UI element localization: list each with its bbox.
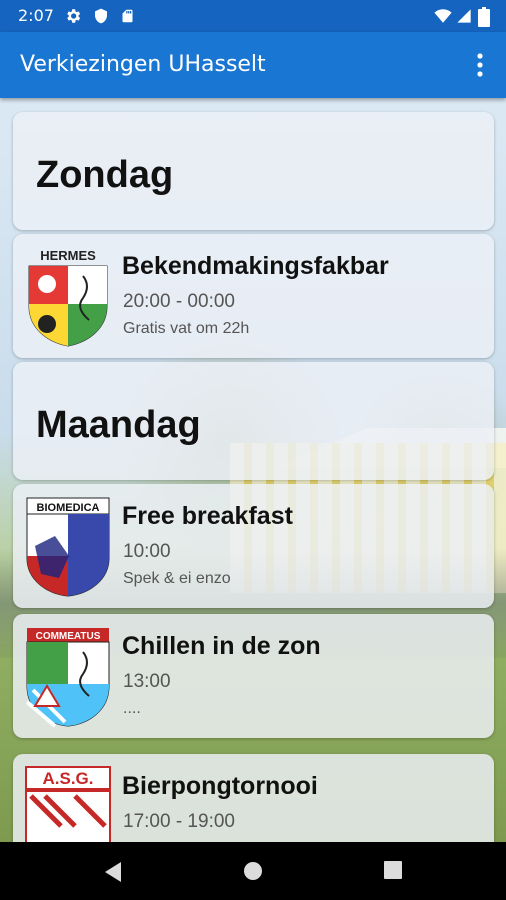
home-icon[interactable] xyxy=(243,861,263,881)
app-bar: Verkiezingen UHasselt xyxy=(0,32,506,98)
event-description: Spek & ei enzo xyxy=(123,570,231,587)
app-title: Verkiezingen UHasselt xyxy=(20,52,266,77)
day-label: Zondag xyxy=(36,154,174,196)
hermes-logo: HERMES xyxy=(28,248,108,347)
event-description: .... xyxy=(123,700,141,717)
asg-logo: A.S.G. xyxy=(25,766,111,842)
logo-text: BIOMEDICA xyxy=(37,502,100,514)
status-bar: 2:07 xyxy=(0,0,506,32)
day-label: Maandag xyxy=(36,404,201,446)
gear-icon xyxy=(67,9,81,23)
wifi-icon xyxy=(434,9,452,23)
commeatus-logo: COMMEATUS xyxy=(25,628,110,728)
day-header-maandag: Maandag xyxy=(13,362,494,480)
recents-icon[interactable] xyxy=(384,861,402,879)
event-card[interactable]: A.S.G. Bierpongtornooi 17:00 - 19:00 xyxy=(13,754,494,842)
event-time: 10:00 xyxy=(123,541,171,562)
battery-icon xyxy=(478,7,490,27)
event-title: Bierpongtornooi xyxy=(122,772,318,800)
event-title: Chillen in de zon xyxy=(122,632,321,660)
more-vert-icon[interactable] xyxy=(474,52,486,78)
system-nav-bar xyxy=(0,842,506,900)
shield-icon xyxy=(95,8,107,24)
event-time: 20:00 - 00:00 xyxy=(123,291,235,312)
schedule-list[interactable]: Zondag HERMES Bekendmakingsfakbar 20:00 … xyxy=(0,98,506,842)
event-card[interactable]: BIOMEDICA Free breakfast 10:00 Spek & ei… xyxy=(13,484,494,608)
event-card[interactable]: HERMES Bekendmakingsfakbar 20:00 - 00:00… xyxy=(13,234,494,358)
status-time: 2:07 xyxy=(18,6,54,25)
back-icon[interactable] xyxy=(103,861,123,883)
event-title: Free breakfast xyxy=(122,502,293,530)
signal-icon xyxy=(457,9,471,23)
event-time: 17:00 - 19:00 xyxy=(123,811,235,832)
event-description: Gratis vat om 22h xyxy=(123,320,250,337)
event-card[interactable]: COMMEATUS Chillen in de zon 13:00 .... xyxy=(13,614,494,738)
logo-text: COMMEATUS xyxy=(36,631,101,642)
event-time: 13:00 xyxy=(123,671,171,692)
event-title: Bekendmakingsfakbar xyxy=(122,252,389,280)
logo-text: HERMES xyxy=(40,248,96,263)
sd-card-icon xyxy=(122,9,133,23)
biomedica-logo: BIOMEDICA xyxy=(26,497,110,597)
logo-text: A.S.G. xyxy=(42,769,93,788)
day-header-zondag: Zondag xyxy=(13,112,494,230)
